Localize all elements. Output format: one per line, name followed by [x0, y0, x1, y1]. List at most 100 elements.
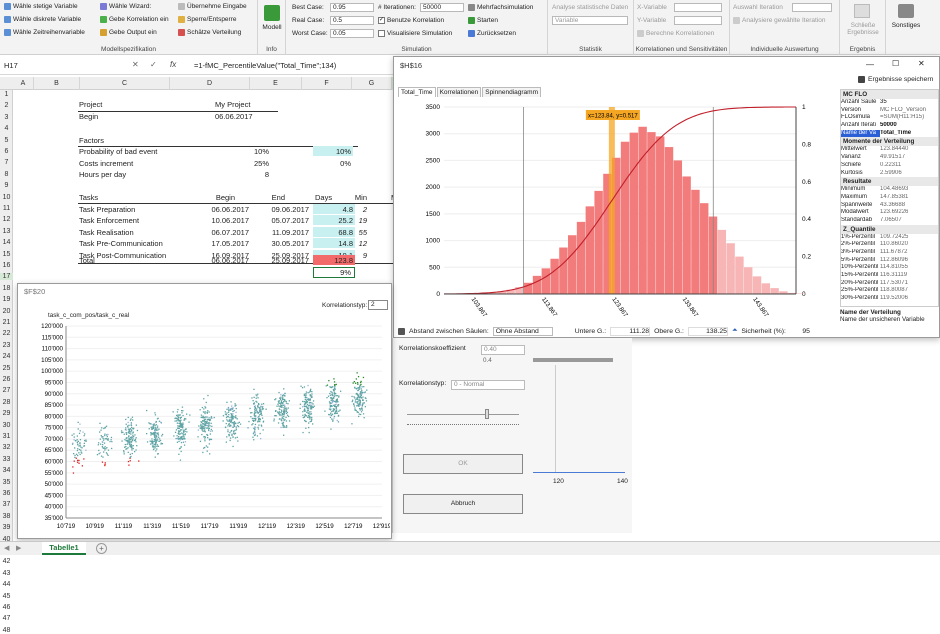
name-box[interactable]: H17	[4, 61, 74, 70]
real-case-input[interactable]: 0.5	[330, 16, 374, 25]
btn-schaetze[interactable]: Schätze Verteilung	[178, 29, 241, 36]
y-variable-select[interactable]	[674, 16, 722, 25]
x-variable-select[interactable]	[674, 3, 722, 12]
row-header[interactable]: 24	[0, 353, 13, 360]
tab-spinnendiagramm[interactable]: Spinnendiagramm	[482, 87, 541, 97]
prop-row[interactable]: 15%-Perzentil116.31119	[841, 272, 938, 280]
prop-row[interactable]: Schiefe0.22311	[841, 162, 938, 170]
tab-nav-left-icon[interactable]: ◀	[4, 544, 9, 552]
analyse-button[interactable]: Analyse statistische Daten	[552, 4, 628, 11]
model-icon[interactable]	[264, 5, 280, 21]
row-header[interactable]: 45	[0, 593, 13, 600]
row-header[interactable]: 8	[0, 171, 13, 178]
btn-sperre[interactable]: Sperre/Entsperre	[178, 16, 237, 23]
close-icon[interactable]: ✕	[918, 59, 925, 68]
row-header[interactable]: 34	[0, 467, 13, 474]
row-header[interactable]: 21	[0, 319, 13, 326]
row-header[interactable]: 2	[0, 102, 13, 109]
row-header[interactable]: 36	[0, 490, 13, 497]
row-header[interactable]: 16	[0, 262, 13, 269]
row-header[interactable]: 28	[0, 399, 13, 406]
row-header[interactable]: 15	[0, 251, 13, 258]
row-header[interactable]: 22	[0, 330, 13, 337]
close-results-icon[interactable]	[854, 4, 870, 18]
scatter-window[interactable]: $F$20 Korrelationstyp: 2 task_c_com_pos/…	[17, 283, 392, 539]
row-header[interactable]: 31	[0, 433, 13, 440]
btn-uebernehme[interactable]: Übernehme Eingabe	[178, 3, 247, 10]
prop-row[interactable]: FLOsimula=SUM(H11:H15)	[841, 114, 938, 122]
lower-bound-input[interactable]: 111.28	[610, 327, 650, 336]
btn-diskrete[interactable]: Wähle diskrete Variable	[4, 16, 81, 23]
row-header[interactable]: 27	[0, 387, 13, 394]
minimize-icon[interactable]: —	[866, 60, 874, 69]
row-header[interactable]: 37	[0, 501, 13, 508]
iteration-input[interactable]	[792, 3, 832, 12]
row-header[interactable]: 42	[0, 558, 13, 565]
row-header[interactable]: 33	[0, 456, 13, 463]
row-header[interactable]: 13	[0, 228, 13, 235]
prop-row[interactable]: Spannweite43.36688	[841, 202, 938, 210]
close-results-button[interactable]: Schließe Ergebnisse	[840, 22, 886, 36]
start-button[interactable]: Starten	[468, 17, 498, 24]
prop-row[interactable]: Mittelwert123.84440	[841, 146, 938, 154]
row-header[interactable]: 25	[0, 365, 13, 372]
row-header[interactable]: 11	[0, 205, 13, 212]
prop-row[interactable]: Standardab7.06507	[841, 217, 938, 225]
reset-button[interactable]: Zurücksetzen	[468, 30, 516, 37]
sheet-tab-tabelle1[interactable]: Tabelle1	[42, 542, 86, 555]
row-header[interactable]: 46	[0, 604, 13, 611]
ok-button[interactable]: OK	[403, 454, 523, 474]
prop-row[interactable]: 5%-Perzentil112.86096	[841, 257, 938, 265]
column-header[interactable]: C	[80, 77, 170, 90]
visualize-checkbox[interactable]: Visualisiere Simulation	[378, 30, 452, 37]
column-header[interactable]: E	[250, 77, 302, 90]
analyse-iteration-button[interactable]: Analysiere gewählte Iteration	[733, 17, 825, 24]
prop-row[interactable]: Kurtosis2.59906	[841, 170, 938, 178]
cancel-button[interactable]: Abbruch	[403, 494, 523, 514]
column-header[interactable]: D	[170, 77, 250, 90]
row-header[interactable]: 1	[0, 91, 13, 98]
prop-row[interactable]: Minimum104.48693	[841, 186, 938, 194]
column-header[interactable]: B	[34, 77, 80, 90]
upper-bound-input[interactable]: 138.25	[688, 327, 728, 336]
prop-row[interactable]: 20%-Perzentil117.53071	[841, 280, 938, 288]
use-correlation-checkbox[interactable]: ✓Benutze Korrelation	[378, 17, 444, 24]
row-header[interactable]: 47	[0, 615, 13, 622]
row-header[interactable]: 39	[0, 524, 13, 531]
corr-slider[interactable]	[407, 414, 519, 415]
btn-output[interactable]: Gebe Output ein	[100, 29, 157, 36]
prop-row[interactable]: 10%-Perzentil114.81055	[841, 264, 938, 272]
prop-row[interactable]: 30%-Perzentil119.52006	[841, 295, 938, 303]
slider-thumb[interactable]	[485, 409, 489, 419]
prop-row[interactable]: 2%-Perzentil110.86020	[841, 241, 938, 249]
spacing-select[interactable]: Ohne Abstand	[493, 327, 553, 336]
add-sheet-icon[interactable]: +	[96, 543, 107, 554]
prop-row[interactable]: VersionMC FLO_Version	[841, 107, 938, 115]
row-header[interactable]: 17	[0, 273, 13, 280]
variable-select[interactable]: Variable	[552, 16, 628, 25]
row-header[interactable]: 9	[0, 182, 13, 189]
model-button[interactable]: Modell	[258, 24, 286, 31]
confirm-icon[interactable]: ✓	[150, 60, 157, 69]
prop-row[interactable]: 1%-Perzentil109.72425	[841, 234, 938, 242]
prop-row[interactable]: Name der VaTotal_Time	[841, 130, 938, 138]
row-header[interactable]: 19	[0, 296, 13, 303]
row-header[interactable]: 29	[0, 410, 13, 417]
save-results-button[interactable]: Ergebnisse speichern	[858, 76, 933, 83]
row-header[interactable]: 20	[0, 308, 13, 315]
row-header[interactable]: 38	[0, 513, 13, 520]
btn-stetige[interactable]: Wähle stetige Variable	[4, 3, 78, 10]
column-header[interactable]: G	[352, 77, 392, 90]
corr-type-select[interactable]: 0 - Normal	[451, 380, 525, 390]
prop-row[interactable]: Anzahl Säule35	[841, 99, 938, 107]
cancel-icon[interactable]: ✕	[132, 60, 139, 69]
prop-row[interactable]: 25%-Perzentil118.80087	[841, 287, 938, 295]
row-header[interactable]: 10	[0, 194, 13, 201]
row-header[interactable]: 4	[0, 125, 13, 132]
row-header[interactable]: 44	[0, 581, 13, 588]
row-header[interactable]: 7	[0, 159, 13, 166]
prop-row[interactable]: Varianz49.91517	[841, 154, 938, 162]
properties-panel[interactable]: MC FLOAnzahl Säule35VersionMC FLO_Versio…	[840, 89, 939, 307]
misc-button[interactable]: Sonstiges	[886, 22, 926, 29]
scatter-corr-type-input[interactable]: 2	[368, 300, 388, 310]
